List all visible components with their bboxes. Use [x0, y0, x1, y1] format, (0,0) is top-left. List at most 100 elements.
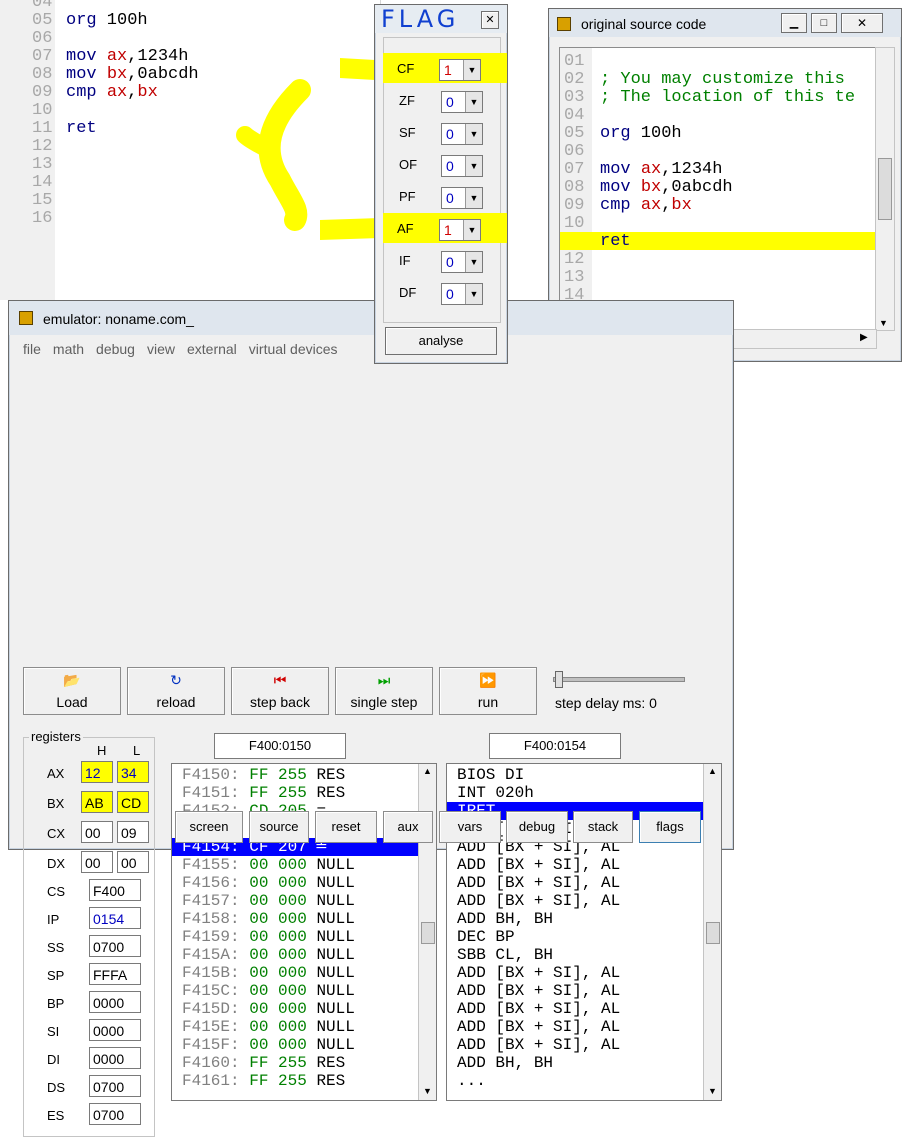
register-bx-high[interactable]: AB: [81, 791, 113, 813]
single-step-button[interactable]: ⏭ single step: [335, 667, 433, 715]
chevron-down-icon[interactable]: ▼: [465, 188, 482, 208]
memory-row[interactable]: F415A: 00 000 NULL: [172, 946, 418, 964]
chevron-down-icon[interactable]: ▼: [463, 220, 480, 240]
register-bp-value[interactable]: 0000: [89, 991, 141, 1013]
register-si-value[interactable]: 0000: [89, 1019, 141, 1041]
scrollbar-thumb[interactable]: [421, 922, 435, 944]
source-window-titlebar[interactable]: original source code ▁ □ ✕: [549, 9, 901, 37]
menu-item-virtual-devices[interactable]: virtual devices: [249, 341, 338, 361]
disasm-address-field[interactable]: F400:0154: [489, 733, 621, 759]
menu-item-file[interactable]: file: [23, 341, 41, 361]
disassembly-row[interactable]: ADD [BX + SI], AL: [447, 1000, 703, 1018]
memory-row[interactable]: F4157: 00 000 NULL: [172, 892, 418, 910]
register-ip-value[interactable]: 0154: [89, 907, 141, 929]
tab-screen[interactable]: screen: [175, 811, 243, 843]
register-di-value[interactable]: 0000: [89, 1047, 141, 1069]
scroll-up-icon[interactable]: ▲: [423, 766, 432, 776]
chevron-down-icon[interactable]: ▼: [463, 60, 480, 80]
register-ax-low[interactable]: 34: [117, 761, 149, 783]
memory-row[interactable]: F4156: 00 000 NULL: [172, 874, 418, 892]
register-cx-high[interactable]: 00: [81, 821, 113, 843]
memory-row[interactable]: F4159: 00 000 NULL: [172, 928, 418, 946]
flag-window[interactable]: FLAG ✕ CF 1 ▼ ZF 0 ▼ SF 0 ▼ OF 0 ▼ PF 0 ▼ AF 1 ▼ IF 0 ▼ DF 0 ▼ …: [374, 4, 508, 364]
tab-source[interactable]: source: [249, 811, 309, 843]
disassembly-row[interactable]: INT 020h: [447, 784, 703, 802]
chevron-down-icon[interactable]: ▼: [465, 124, 482, 144]
memory-address-field[interactable]: F400:0150: [214, 733, 346, 759]
close-button[interactable]: ✕: [841, 13, 883, 33]
scroll-up-icon[interactable]: ▲: [708, 766, 717, 776]
memory-row[interactable]: F4150: FF 255 RES: [172, 766, 418, 784]
menu-item-debug[interactable]: debug: [96, 341, 135, 361]
register-ss-value[interactable]: 0700: [89, 935, 141, 957]
disassembly-row[interactable]: ADD [BX + SI], AL: [447, 982, 703, 1000]
memory-row[interactable]: F4151: FF 255 RES: [172, 784, 418, 802]
disassembly-row[interactable]: SBB CL, BH: [447, 946, 703, 964]
flag-value-select[interactable]: 1 ▼: [439, 59, 481, 81]
memory-row[interactable]: F415C: 00 000 NULL: [172, 982, 418, 1000]
memory-row[interactable]: F415F: 00 000 NULL: [172, 1036, 418, 1054]
flag-value-select[interactable]: 0 ▼: [441, 187, 483, 209]
chevron-down-icon[interactable]: ▼: [465, 156, 482, 176]
maximize-button[interactable]: □: [811, 13, 837, 33]
flag-value-select[interactable]: 0 ▼: [441, 251, 483, 273]
run-button[interactable]: ⏩ run: [439, 667, 537, 715]
register-bx-low[interactable]: CD: [117, 791, 149, 813]
disassembly-row[interactable]: DEC BP: [447, 928, 703, 946]
disassembly-row[interactable]: ADD BH, BH: [447, 910, 703, 928]
analyse-button[interactable]: analyse: [385, 327, 497, 355]
register-ax-high[interactable]: 12: [81, 761, 113, 783]
chevron-down-icon[interactable]: ▼: [465, 252, 482, 272]
disassembly-row[interactable]: ...: [447, 1072, 703, 1090]
flag-value-select[interactable]: 0 ▼: [441, 91, 483, 113]
disassembly-row[interactable]: ADD [BX + SI], AL: [447, 964, 703, 982]
disassembly-row[interactable]: ADD [BX + SI], AL: [447, 856, 703, 874]
close-button[interactable]: ✕: [481, 11, 499, 29]
scroll-right-icon[interactable]: ▶: [860, 332, 868, 343]
register-es-value[interactable]: 0700: [89, 1103, 141, 1125]
memory-row[interactable]: F4155: 00 000 NULL: [172, 856, 418, 874]
disassembly-row[interactable]: ADD BH, BH: [447, 1054, 703, 1072]
memory-row[interactable]: F4161: FF 255 RES: [172, 1072, 418, 1090]
disassembly-row[interactable]: BIOS DI: [447, 766, 703, 784]
tab-aux[interactable]: aux: [383, 811, 433, 843]
memory-row[interactable]: F415E: 00 000 NULL: [172, 1018, 418, 1036]
register-cx-low[interactable]: 09: [117, 821, 149, 843]
reload-button[interactable]: ↻ reload: [127, 667, 225, 715]
disassembly-row[interactable]: ADD [BX + SI], AL: [447, 1018, 703, 1036]
emulator-window[interactable]: emulator: noname.com_ file math debug view e…: [8, 300, 734, 1137]
load-button[interactable]: 📂 Load: [23, 667, 121, 715]
scrollbar-thumb[interactable]: [878, 158, 892, 220]
menu-item-external[interactable]: external: [187, 341, 237, 361]
disassembly-row[interactable]: ADD [BX + SI], AL: [447, 892, 703, 910]
flag-value-select[interactable]: 0 ▼: [441, 155, 483, 177]
memory-row[interactable]: F415B: 00 000 NULL: [172, 964, 418, 982]
chevron-down-icon[interactable]: ▼: [465, 92, 482, 112]
tab-vars[interactable]: vars: [439, 811, 501, 843]
flag-value-select[interactable]: 0 ▼: [441, 123, 483, 145]
disassembly-row[interactable]: ADD [BX + SI], AL: [447, 1036, 703, 1054]
register-dx-high[interactable]: 00: [81, 851, 113, 873]
chevron-down-icon[interactable]: ▼: [465, 284, 482, 304]
flag-value-select[interactable]: 0 ▼: [441, 283, 483, 305]
source-code-area[interactable]: 01020304050607080910111213141516 ; You m…: [559, 47, 877, 331]
flag-value-select[interactable]: 1 ▼: [439, 219, 481, 241]
menu-bar[interactable]: file math debug view external virtual devices: [23, 341, 338, 361]
tab-debug[interactable]: debug: [506, 811, 568, 843]
tab-flags[interactable]: flags: [639, 811, 701, 843]
tab-stack[interactable]: stack: [573, 811, 633, 843]
disassembly-row[interactable]: ADD [BX + SI], AL: [447, 874, 703, 892]
flag-titlebar[interactable]: FLAG ✕: [375, 5, 507, 33]
register-dx-low[interactable]: 00: [117, 851, 149, 873]
step-delay-slider[interactable]: [553, 671, 685, 688]
scroll-down-icon[interactable]: ▼: [423, 1086, 432, 1096]
memory-row[interactable]: F415D: 00 000 NULL: [172, 1000, 418, 1018]
register-ds-value[interactable]: 0700: [89, 1075, 141, 1097]
menu-item-view[interactable]: view: [147, 341, 175, 361]
slider-thumb[interactable]: [555, 671, 563, 688]
memory-row[interactable]: F4158: 00 000 NULL: [172, 910, 418, 928]
menu-item-math[interactable]: math: [53, 341, 84, 361]
minimize-button[interactable]: ▁: [781, 13, 807, 33]
scrollbar-thumb[interactable]: [706, 922, 720, 944]
memory-row[interactable]: F4160: FF 255 RES: [172, 1054, 418, 1072]
